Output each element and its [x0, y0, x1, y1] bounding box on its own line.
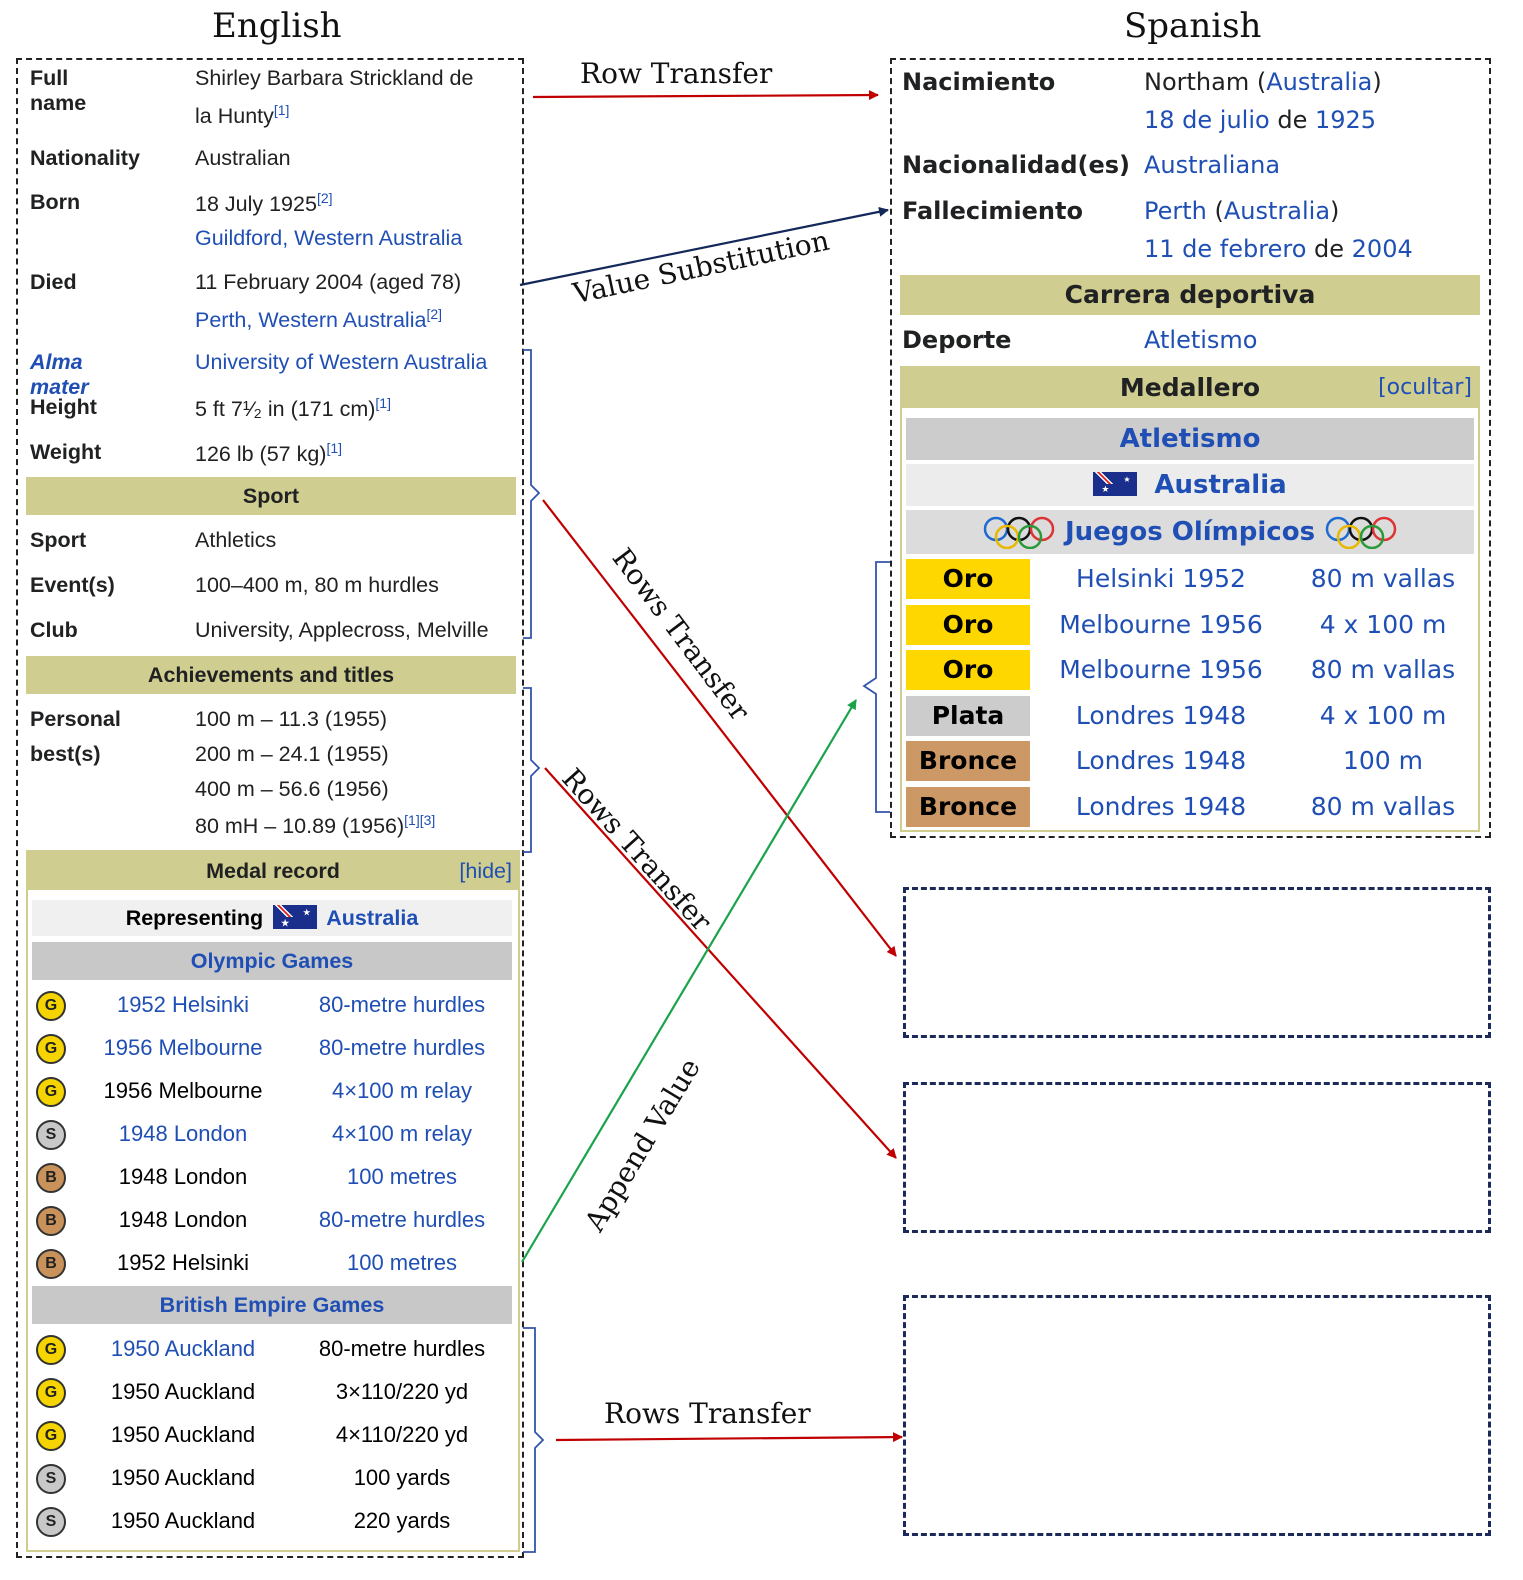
- arrow-rows-transfer-3: [555, 1432, 903, 1443]
- arrow-row-transfer: [532, 90, 879, 101]
- label-rows-transfer-3: Rows Transfer: [604, 1397, 811, 1430]
- label-row-transfer: Row Transfer: [580, 57, 773, 90]
- arrow-rows-transfer-1: [542, 499, 897, 957]
